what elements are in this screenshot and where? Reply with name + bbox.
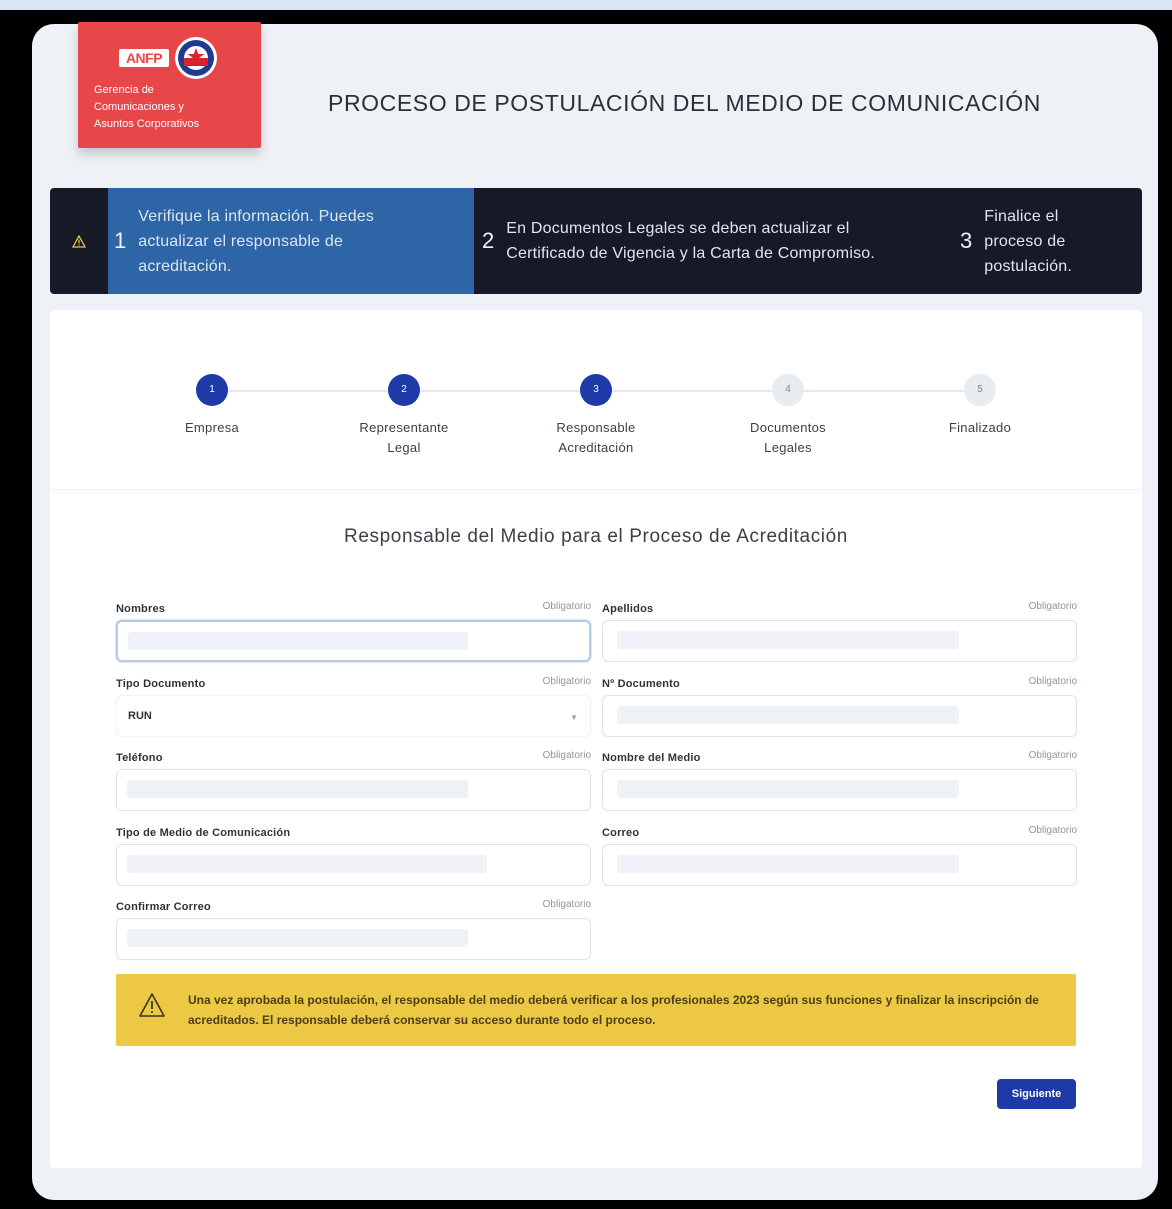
confirmar-correo-field: Confirmar Correo Obligatorio [116,899,591,961]
field-label: Nombres [116,603,166,615]
required-label: Obligatorio [542,899,591,910]
field-label: Confirmar Correo [116,901,211,913]
input-placeholder-bar [127,780,468,798]
required-label: Obligatorio [542,676,591,687]
warning-icon [139,993,165,1017]
field-label: Tipo de Medio de Comunicación [116,827,291,839]
banner-step-number: 2 [482,228,495,253]
banner-step-text: Finalice el proceso de postulación. [984,207,1073,275]
input-placeholder-bar [127,929,468,947]
next-button[interactable]: Siguiente [997,1079,1076,1109]
brand-logo-card: ANFP Gerencia de Comunicaciones y Asunto… [78,22,261,148]
field-label: Nombre del Medio [602,752,701,764]
anfp-logo-text: ANFP [125,50,163,66]
select-value: RUN [128,710,152,722]
input-placeholder-bar [617,855,959,873]
tipo-documento-select[interactable]: RUN ▼ [116,695,591,737]
step-label: Representante Legal [359,420,449,455]
stepper-step-empresa[interactable]: 1 Empresa [132,374,292,438]
banner-step-number: 3 [960,228,973,253]
notice-alert: Una vez aprobada la postulación, el resp… [116,974,1076,1046]
field-label: Apellidos [602,603,654,615]
tipo-medio-field: Tipo de Medio de Comunicación [116,827,591,887]
step-number-badge: 3 [580,374,612,406]
required-label: Obligatorio [1028,825,1077,836]
main-panel: ANFP Gerencia de Comunicaciones y Asunto… [32,22,1158,1200]
federation-seal-icon [175,37,217,79]
top-strip [0,0,1172,10]
confirmar-correo-input[interactable] [116,918,591,960]
instructions-banner: 1 Verifique la información. Puedes actua… [50,188,1142,294]
step-label: Responsable Acreditación [556,420,636,455]
apellidos-field: Apellidos Obligatorio [602,601,1077,663]
alert-message: Una vez aprobada la postulación, el resp… [188,993,1039,1027]
tipo-medio-input[interactable] [116,844,591,886]
stepper-step-finalizado[interactable]: 5 Finalizado [900,374,1060,438]
input-placeholder-bar [617,780,959,798]
nombres-input[interactable] [116,620,591,662]
tipo-documento-field: Tipo Documento Obligatorio RUN ▼ [116,676,591,738]
nombres-field: Nombres Obligatorio [116,601,591,663]
banner-step-number: 1 [114,228,127,253]
banner-step-3: 3 Finalice el proceso de postulación. [954,188,1142,294]
correo-input[interactable] [602,844,1077,886]
stepper-step-representante-legal[interactable]: 2 Representante Legal [324,374,484,458]
required-label: Obligatorio [1028,676,1077,687]
step-number-badge: 2 [388,374,420,406]
logo-caption-line: Gerencia de [94,84,154,96]
telefono-field: Teléfono Obligatorio [116,750,591,812]
chevron-down-icon: ▼ [570,713,578,722]
field-label: Nº Documento [602,678,680,690]
input-placeholder-bar [127,855,487,873]
input-placeholder-bar [128,632,468,650]
stepper-step-responsable-acreditacion[interactable]: 3 Responsable Acreditación [516,374,676,458]
logo-caption-line: Asuntos Corporativos [94,118,200,130]
required-label: Obligatorio [542,601,591,612]
correo-field: Correo Obligatorio [602,825,1077,887]
field-label: Tipo Documento [116,678,206,690]
banner-step-2: 2 En Documentos Legales se deben actuali… [474,188,954,294]
required-label: Obligatorio [1028,601,1077,612]
brand-logo-caption: Gerencia de Comunicaciones y Asuntos Cor… [94,82,254,133]
banner-step-1: 1 Verifique la información. Puedes actua… [108,188,474,294]
input-placeholder-bar [617,631,959,649]
field-label: Correo [602,827,640,839]
form-card: 1 Empresa 2 Representante Legal 3 Respon… [50,310,1142,1168]
banner-step-text: En Documentos Legales se deben actualiza… [506,220,876,262]
progress-stepper: 1 Empresa 2 Representante Legal 3 Respon… [50,310,1142,490]
telefono-input[interactable] [116,769,591,811]
input-placeholder-bar [617,706,959,724]
numero-documento-field: Nº Documento Obligatorio [602,676,1077,738]
step-label: Empresa [184,420,240,435]
step-number-badge: 5 [964,374,996,406]
step-number-badge: 1 [196,374,228,406]
apellidos-input[interactable] [602,620,1077,662]
field-label: Teléfono [116,752,163,764]
required-label: Obligatorio [542,750,591,761]
page-title: PROCESO DE POSTULACIÓN DEL MEDIO DE COMU… [328,90,1041,116]
banner-step-text: Verifique la información. Puedes actuali… [138,207,375,275]
logo-caption-line: Comunicaciones y [94,101,184,113]
nombre-medio-input[interactable] [602,769,1077,811]
anfp-logo: ANFP [119,49,169,67]
required-label: Obligatorio [1028,750,1077,761]
step-number-badge: 4 [772,374,804,406]
form-section-title: Responsable del Medio para el Proceso de… [344,526,848,547]
warning-icon [50,188,108,294]
numero-documento-input[interactable] [602,695,1077,737]
nombre-medio-field: Nombre del Medio Obligatorio [602,750,1077,812]
step-label: Finalizado [948,420,1012,435]
step-label: Documentos Legales [750,420,826,455]
stepper-step-documentos-legales[interactable]: 4 Documentos Legales [708,374,868,458]
